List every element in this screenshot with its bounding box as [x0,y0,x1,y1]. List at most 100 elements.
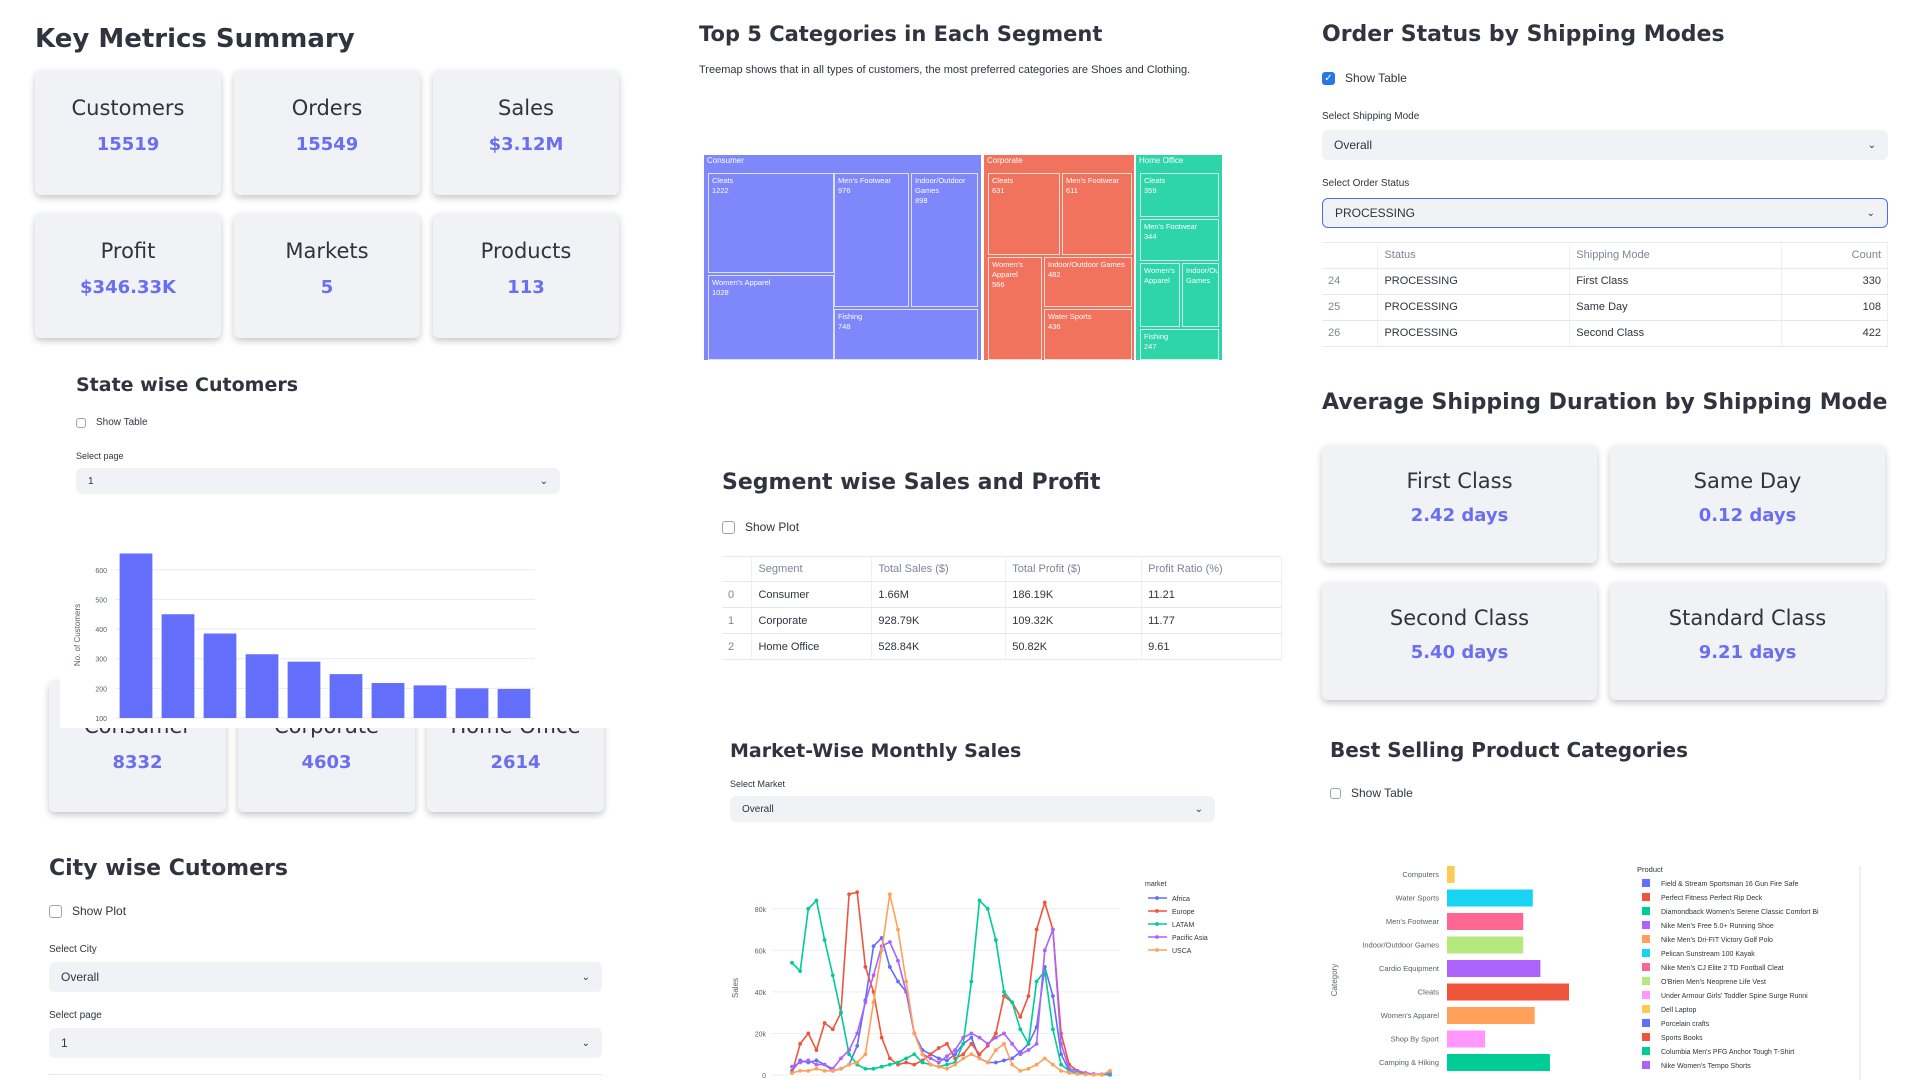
best-show-table-checkbox[interactable]: Show Table [1330,786,1413,800]
treemap-cell[interactable]: Fishing 748 [834,309,978,360]
checkbox-box[interactable] [1330,787,1341,799]
treemap-segment[interactable]: Consumer Cleats 1222 Men's Footwear 976 Indoo… [704,155,981,360]
data-point [814,1062,819,1067]
bar [1447,913,1524,930]
treemap-cell[interactable]: Men's Footwear 344 [1140,219,1219,261]
column-header[interactable] [1322,243,1379,269]
shipping-mode-dropdown[interactable]: Overall ⌄ [1322,130,1888,160]
treemap-cell[interactable]: Indoor/Outdoor Games [1182,263,1219,327]
data-point [912,1052,917,1057]
data-point [1018,1052,1023,1057]
metric-label: Sales [498,96,554,120]
dropdown-value: PROCESSING [1335,206,1416,220]
legend-swatch [1642,879,1650,887]
data-point [969,1052,974,1057]
table-cell: 186.19K [1005,581,1143,608]
city-select-city-dropdown[interactable]: Overall ⌄ [49,962,602,992]
data-point [847,892,851,897]
category-tick-label: Camping & Hiking [1379,1058,1439,1067]
treemap-cell-label: Men's Footwear [838,176,892,185]
treemap-segment[interactable]: Home Office Cleats 359 Men's Footwear 344 Wom… [1136,155,1222,360]
segment-show-plot-checkbox[interactable]: Show Plot [722,520,799,534]
dropdown-value: Overall [742,803,774,815]
checkbox-box[interactable] [76,417,86,428]
category-tick-label: Women's Apparel [1381,1011,1440,1020]
city-show-plot-checkbox[interactable]: Show Plot [49,904,126,918]
legend-swatch [1642,1047,1650,1055]
treemap-cell[interactable]: Indoor/Outdoor Games 482 [1044,257,1132,307]
order-show-table-checkbox[interactable]: ✓ Show Table [1322,71,1407,85]
column-header[interactable]: Status [1377,243,1571,269]
treemap-cell-label: Women's Apparel [712,278,771,287]
order-status-table-wrapper[interactable]: Status Shipping Mode Count 24 PROCESSING… [1322,242,1888,360]
column-header[interactable]: Segment [751,556,873,582]
bar [203,633,237,718]
treemap-segment[interactable]: Corporate Cleats 631 Men's Footwear 611 Women… [984,155,1134,360]
order-status-table: Status Shipping Mode Count 24 PROCESSING… [1322,243,1888,347]
row-index: 24 [1322,268,1379,295]
checkbox-box[interactable] [722,520,735,534]
data-point [855,1044,860,1048]
order-status-dropdown[interactable]: PROCESSING ⌄ [1322,198,1888,228]
bar [161,614,195,718]
data-point [1099,1072,1104,1077]
data-point [822,1068,827,1073]
column-header[interactable]: Shipping Mode [1569,243,1783,269]
treemap-cell[interactable]: Cleats 359 [1140,173,1219,217]
metric-card-profit: Profit $346.33K [35,213,221,338]
state-show-table-checkbox[interactable]: Show Table [76,417,148,428]
bar [1447,960,1541,977]
treemap-cell[interactable]: Water Sports 436 [1044,309,1132,360]
y-tick-label: 600 [95,568,107,575]
data-point [1002,1041,1006,1046]
market-sales-line-chart: 0 20k 40k 60k 80k Sales market Africa Europe LATA… [731,881,1208,1080]
checkbox-box[interactable] [49,904,62,918]
legend-label: Pacific Asia [1172,935,1208,942]
market-select-dropdown[interactable]: Overall ⌄ [730,796,1215,822]
legend-label: Africa [1172,896,1190,903]
data-point [871,944,876,949]
metric-label: Orders [291,96,363,120]
column-header[interactable]: Total Sales ($) [871,556,1007,582]
category-tick-label: Computers [1402,870,1439,879]
data-point [855,1031,860,1036]
treemap-cell[interactable]: Cleats 1222 [708,173,834,273]
bar [497,688,531,718]
data-point [863,1052,868,1057]
segment-value: 8332 [112,752,163,773]
treemap-chart: Consumer Cleats 1222 Men's Footwear 976 Indoo… [704,155,1222,360]
data-point [839,1010,843,1015]
data-point [1010,1000,1015,1005]
treemap-cell[interactable]: Women's Apparel 1028 [708,275,834,360]
data-point [847,1048,851,1052]
data-point [993,938,998,942]
treemap-cell[interactable]: Women's Apparel [1140,263,1180,327]
column-header[interactable]: Count [1781,243,1888,269]
column-header[interactable]: Total Profit ($) [1005,556,1143,582]
table-cell: 109.32K [1005,607,1143,634]
legend-swatch [1642,977,1650,985]
treemap-cell[interactable]: Indoor/Outdoor Games 898 [911,173,978,307]
treemap-cell[interactable]: Women's Apparel 566 [988,257,1042,360]
column-header[interactable]: Profit Ratio (%) [1141,556,1282,582]
duration-value: 0.12 days [1698,505,1797,526]
bar [287,661,321,718]
data-point [920,1052,925,1057]
city-select-page-dropdown[interactable]: 1 ⌄ [49,1028,602,1058]
data-point [920,1060,925,1065]
treemap-cell-label: Women's Apparel [992,260,1023,279]
treemap-cell[interactable]: Men's Footwear 976 [834,173,909,307]
state-select-page-dropdown[interactable]: 1 ⌄ [76,468,560,494]
chevron-down-icon: ⌄ [581,1037,590,1049]
treemap-cell[interactable]: Men's Footwear 611 [1062,173,1132,255]
checkbox-box-checked[interactable]: ✓ [1322,71,1335,85]
legend-swatch [1642,907,1650,915]
data-point [904,1056,909,1061]
treemap-cell[interactable]: Fishing 247 [1140,329,1219,360]
treemap-segment-label: Home Office [1139,156,1184,165]
column-header[interactable] [722,556,753,582]
treemap-cell[interactable]: Cleats 631 [988,173,1060,255]
treemap-cell-label: Fishing [1144,332,1169,341]
data-point [1083,1072,1088,1077]
data-point [887,892,892,897]
